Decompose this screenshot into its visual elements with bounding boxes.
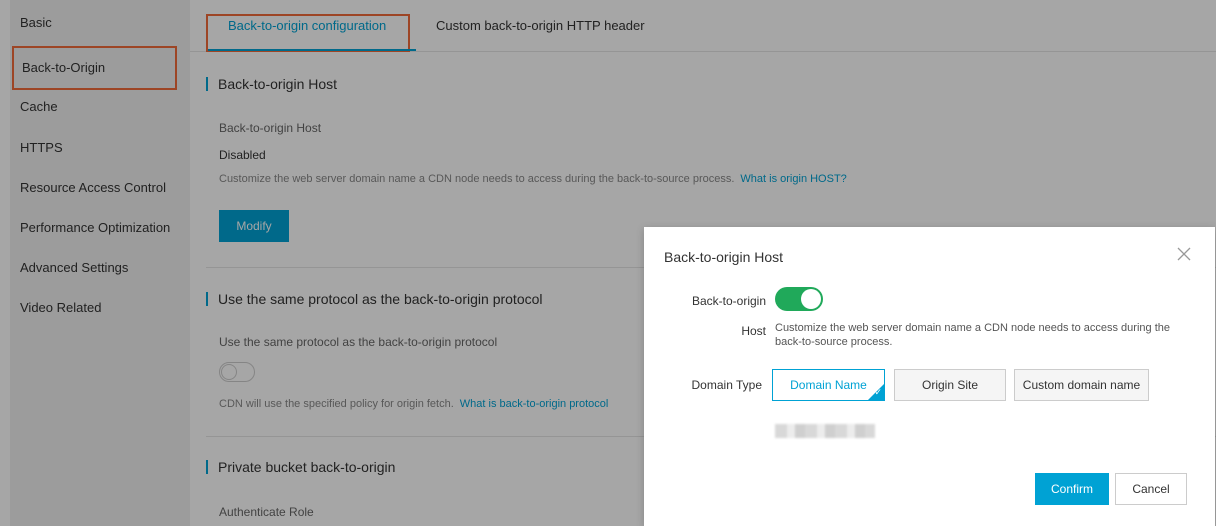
confirm-button[interactable]: Confirm xyxy=(1035,473,1109,505)
domain-type-option-origin-site[interactable]: Origin Site xyxy=(894,369,1006,401)
domain-type-option-label: Custom domain name xyxy=(1022,378,1141,392)
host-toggle[interactable] xyxy=(775,287,823,311)
dialog-description: Customize the web server domain name a C… xyxy=(775,322,1170,348)
redacted-domain-value xyxy=(775,424,875,438)
domain-type-option-label: Origin Site xyxy=(921,378,979,392)
close-icon-glyph xyxy=(1177,247,1191,261)
back-to-origin-host-dialog: Back-to-origin Host Back-to-origin Host … xyxy=(644,227,1215,526)
host-toggle-label-line1: Back-to-origin xyxy=(691,294,766,308)
domain-type-option-custom-domain[interactable]: Custom domain name xyxy=(1014,369,1149,401)
host-toggle-label-line2: Host xyxy=(741,324,766,338)
check-icon: ✓ xyxy=(874,387,882,397)
close-icon[interactable] xyxy=(1175,245,1193,263)
domain-type-option-domain-name[interactable]: Domain Name ✓ xyxy=(772,369,885,401)
dialog-title: Back-to-origin Host xyxy=(664,249,784,265)
domain-type-label: Domain Type xyxy=(691,378,762,392)
host-toggle-knob xyxy=(801,289,821,309)
domain-type-option-label: Domain Name xyxy=(790,378,867,392)
page: Basic Back-to-Origin Cache HTTPS Resourc… xyxy=(0,0,1216,526)
cancel-button[interactable]: Cancel xyxy=(1115,473,1187,505)
